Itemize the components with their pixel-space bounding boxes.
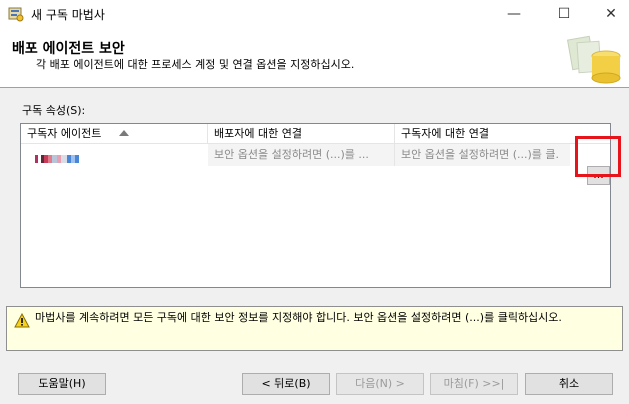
help-button[interactable]: 도움말(H) (18, 373, 106, 395)
finish-button[interactable]: 마침(F) >>| (430, 373, 518, 395)
maximize-button[interactable]: ☐ (541, 0, 587, 28)
wizard-app-icon (8, 7, 24, 22)
close-icon: ✕ (605, 6, 617, 22)
database-wizard-icon (566, 35, 621, 84)
grid-header: 구독자 에이전트 배포자에 대한 연결 구독자에 대한 연결 (21, 124, 610, 144)
warning-icon (14, 313, 30, 328)
column-header-distributor-connection[interactable]: 배포자에 대한 연결 (208, 124, 395, 144)
cancel-button[interactable]: 취소 (525, 373, 613, 395)
redacted-agent-name (35, 149, 101, 163)
maximize-icon: ☐ (557, 6, 571, 22)
warning-message-panel: 마법사를 계속하려면 모든 구독에 대한 보안 정보를 지정해야 합니다. 보안… (6, 306, 623, 351)
close-button[interactable]: ✕ (588, 0, 629, 28)
subscriber-connection-cell[interactable]: 보안 옵션을 설정하려면 (...)를 클. (395, 144, 570, 166)
column-header-agent[interactable]: 구독자 에이전트 (21, 124, 208, 144)
page-subtitle: 각 배포 에이전트에 대한 프로세스 계정 및 연결 옵션을 지정하십시오. (36, 58, 355, 71)
wizard-header: 배포 에이전트 보안 각 배포 에이전트에 대한 프로세스 계정 및 연결 옵션… (0, 28, 629, 88)
minimize-button[interactable]: — (491, 0, 537, 28)
warning-text: 마법사를 계속하려면 모든 구독에 대한 보안 정보를 지정해야 합니다. 보안… (35, 311, 562, 324)
subscription-properties-grid: 구독자 에이전트 배포자에 대한 연결 구독자에 대한 연결 보안 옵션을 설정… (20, 123, 611, 288)
subscription-properties-label: 구독 속성(S): (22, 104, 86, 117)
sort-ascending-icon (119, 130, 129, 136)
distributor-connection-cell[interactable]: 보안 옵션을 설정하려면 (...)를 ... (208, 144, 395, 166)
minimize-icon: — (507, 6, 521, 22)
highlight-box (575, 136, 621, 177)
agent-cell (21, 144, 208, 166)
title-bar: 새 구독 마법사 — ☐ ✕ (0, 0, 629, 28)
table-row[interactable]: 보안 옵션을 설정하려면 (...)를 ... 보안 옵션을 설정하려면 (..… (21, 144, 610, 185)
page-title: 배포 에이전트 보안 (12, 41, 125, 57)
next-button[interactable]: 다음(N) > (336, 373, 424, 395)
window-title: 새 구독 마법사 (31, 8, 105, 22)
back-button[interactable]: < 뒤로(B) (242, 373, 330, 395)
